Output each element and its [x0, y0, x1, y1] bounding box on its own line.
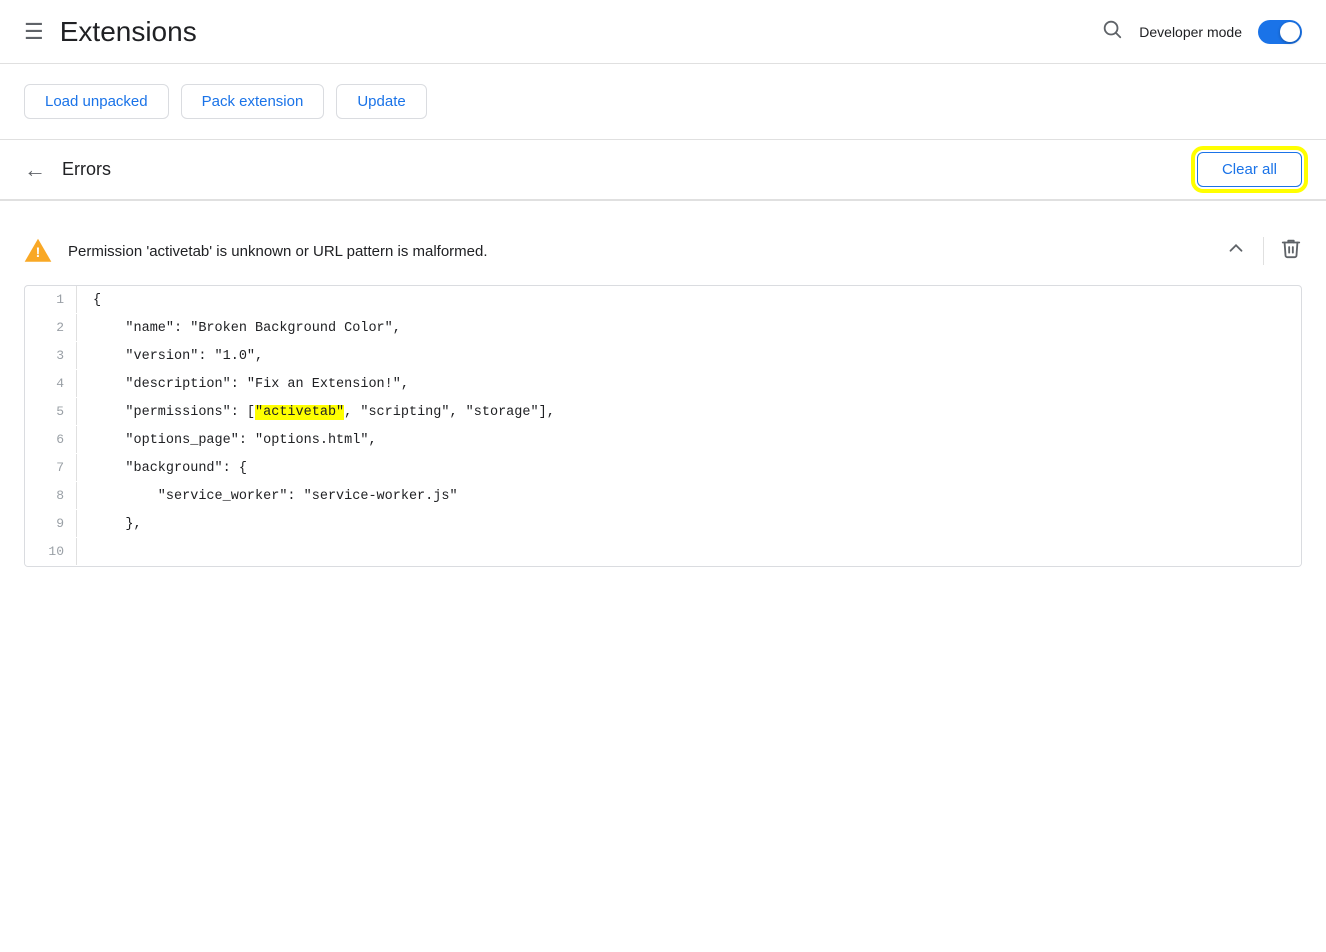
load-unpacked-button[interactable]: Load unpacked	[24, 84, 169, 119]
code-line-7: 7 "background": {	[25, 454, 1301, 482]
code-line-3: 3 "version": "1.0",	[25, 342, 1301, 370]
code-line-6: 6 "options_page": "options.html",	[25, 426, 1301, 454]
error-message: Permission 'activetab' is unknown or URL…	[68, 243, 1225, 260]
code-block: 1 { 2 "name": "Broken Background Color",…	[24, 285, 1302, 567]
line-number: 10	[25, 538, 77, 565]
line-number: 5	[25, 398, 77, 425]
code-line-2: 2 "name": "Broken Background Color",	[25, 314, 1301, 342]
warning-icon: !	[24, 237, 52, 265]
developer-mode-toggle[interactable]	[1258, 20, 1302, 44]
delete-icon[interactable]	[1280, 237, 1302, 265]
chevron-up-icon[interactable]	[1225, 237, 1247, 265]
line-content: },	[77, 511, 158, 538]
code-line-4: 4 "description": "Fix an Extension!",	[25, 370, 1301, 398]
errors-header: ← Errors Clear all	[0, 140, 1326, 200]
page-header: ☰ Extensions Developer mode	[0, 0, 1326, 64]
menu-icon[interactable]: ☰	[24, 19, 44, 45]
toolbar: Load unpacked Pack extension Update	[0, 64, 1326, 140]
error-section: ! Permission 'activetab' is unknown or U…	[24, 225, 1302, 567]
code-line-10: 10	[25, 538, 1301, 566]
error-item-header: ! Permission 'activetab' is unknown or U…	[24, 225, 1302, 277]
code-line-8: 8 "service_worker": "service-worker.js"	[25, 482, 1301, 510]
line-content: {	[77, 287, 117, 314]
code-line-9: 9 },	[25, 510, 1301, 538]
line-content: "permissions": ["activetab", "scripting"…	[77, 399, 571, 426]
update-button[interactable]: Update	[336, 84, 426, 119]
line-content: "service_worker": "service-worker.js"	[77, 483, 474, 510]
line-number: 6	[25, 426, 77, 453]
line-number: 8	[25, 482, 77, 509]
line-number: 7	[25, 454, 77, 481]
line-content: "version": "1.0",	[77, 343, 279, 370]
code-line-1: 1 {	[25, 286, 1301, 314]
clear-all-button[interactable]: Clear all	[1197, 152, 1302, 187]
line-number: 2	[25, 314, 77, 341]
developer-mode-label: Developer mode	[1139, 24, 1242, 40]
back-button[interactable]: ←	[24, 157, 46, 183]
line-content	[77, 539, 117, 566]
line-content: "background": {	[77, 455, 263, 482]
header-right: Developer mode	[1101, 18, 1302, 46]
line-number: 1	[25, 286, 77, 313]
svg-text:!: !	[36, 244, 41, 260]
errors-title: Errors	[62, 159, 1197, 180]
divider	[0, 200, 1326, 201]
code-line-5: 5 "permissions": ["activetab", "scriptin…	[25, 398, 1301, 426]
line-number: 4	[25, 370, 77, 397]
line-content: "name": "Broken Background Color",	[77, 315, 417, 342]
highlighted-token: "activetab"	[255, 405, 344, 420]
pack-extension-button[interactable]: Pack extension	[181, 84, 325, 119]
line-content: "options_page": "options.html",	[77, 427, 393, 454]
vertical-divider	[1263, 237, 1264, 265]
line-number: 3	[25, 342, 77, 369]
page-title: Extensions	[60, 16, 1102, 48]
line-content: "description": "Fix an Extension!",	[77, 371, 425, 398]
search-icon[interactable]	[1101, 18, 1123, 46]
line-number: 9	[25, 510, 77, 537]
